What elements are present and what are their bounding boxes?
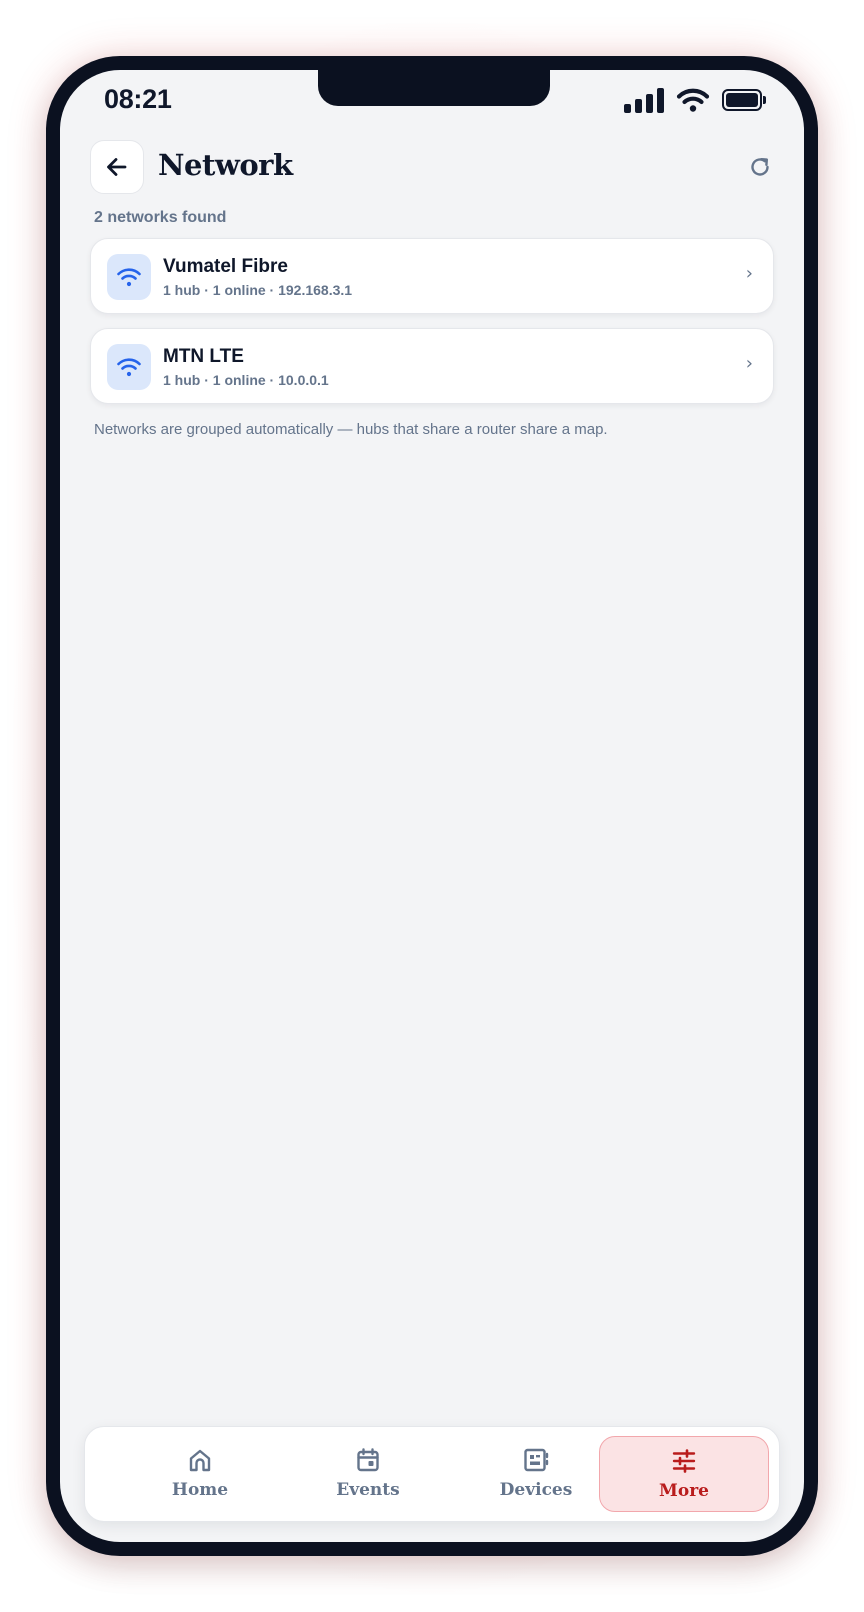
arrow-left-icon [107,158,127,176]
devices-icon [524,1448,549,1472]
page-background: 08:21 Network 2 networks found Vumatel F… [0,0,864,1612]
network-name: Vumatel Fibre [163,256,288,277]
chevron-right-icon: › [745,353,753,374]
network-card[interactable]: Vumatel Fibre 1 hub · 1 online · 192.168… [90,238,774,314]
status-time: 08:21 [104,84,172,114]
phone-notch [318,70,550,106]
page-header: Network [90,140,774,194]
tab-label: Home [171,1480,229,1500]
grouping-footnote: Networks are grouped automatically — hub… [94,421,608,438]
battery-icon [722,89,766,111]
wifi-icon [117,268,141,287]
sliders-icon [672,1449,696,1473]
tab-label: Events [336,1480,400,1500]
calendar-icon [357,1448,379,1472]
home-icon [189,1449,211,1472]
tab-home[interactable]: Home [115,1436,285,1512]
refresh-button[interactable] [746,153,774,181]
network-meta: 1 hub · 1 online · 10.0.0.1 [163,372,329,388]
wifi-status-icon [676,88,710,112]
refresh-icon [751,158,769,176]
tab-events[interactable]: Events [283,1436,453,1512]
network-list: Vumatel Fibre 1 hub · 1 online · 192.168… [90,238,774,418]
network-meta: 1 hub · 1 online · 192.168.3.1 [163,282,353,298]
bottom-tab-bar: Home Events Devices More [84,1426,780,1522]
tab-more[interactable]: More [599,1436,769,1512]
page-title: Network [158,148,293,182]
status-icons [624,86,766,114]
back-button[interactable] [90,140,144,194]
network-icon-badge [107,254,151,300]
network-name: MTN LTE [163,346,244,367]
wifi-icon [117,358,141,377]
networks-found-count: 2 networks found [94,209,227,226]
tab-label: Devices [499,1480,573,1500]
chevron-right-icon: › [745,263,753,284]
phone-screen: 08:21 Network 2 networks found Vumatel F… [60,70,804,1542]
tab-devices[interactable]: Devices [451,1436,621,1512]
tab-label: More [659,1481,709,1501]
cellular-signal-icon [624,87,664,113]
phone-frame: 08:21 Network 2 networks found Vumatel F… [46,56,818,1556]
network-card[interactable]: MTN LTE 1 hub · 1 online · 10.0.0.1 › [90,328,774,404]
network-icon-badge [107,344,151,390]
